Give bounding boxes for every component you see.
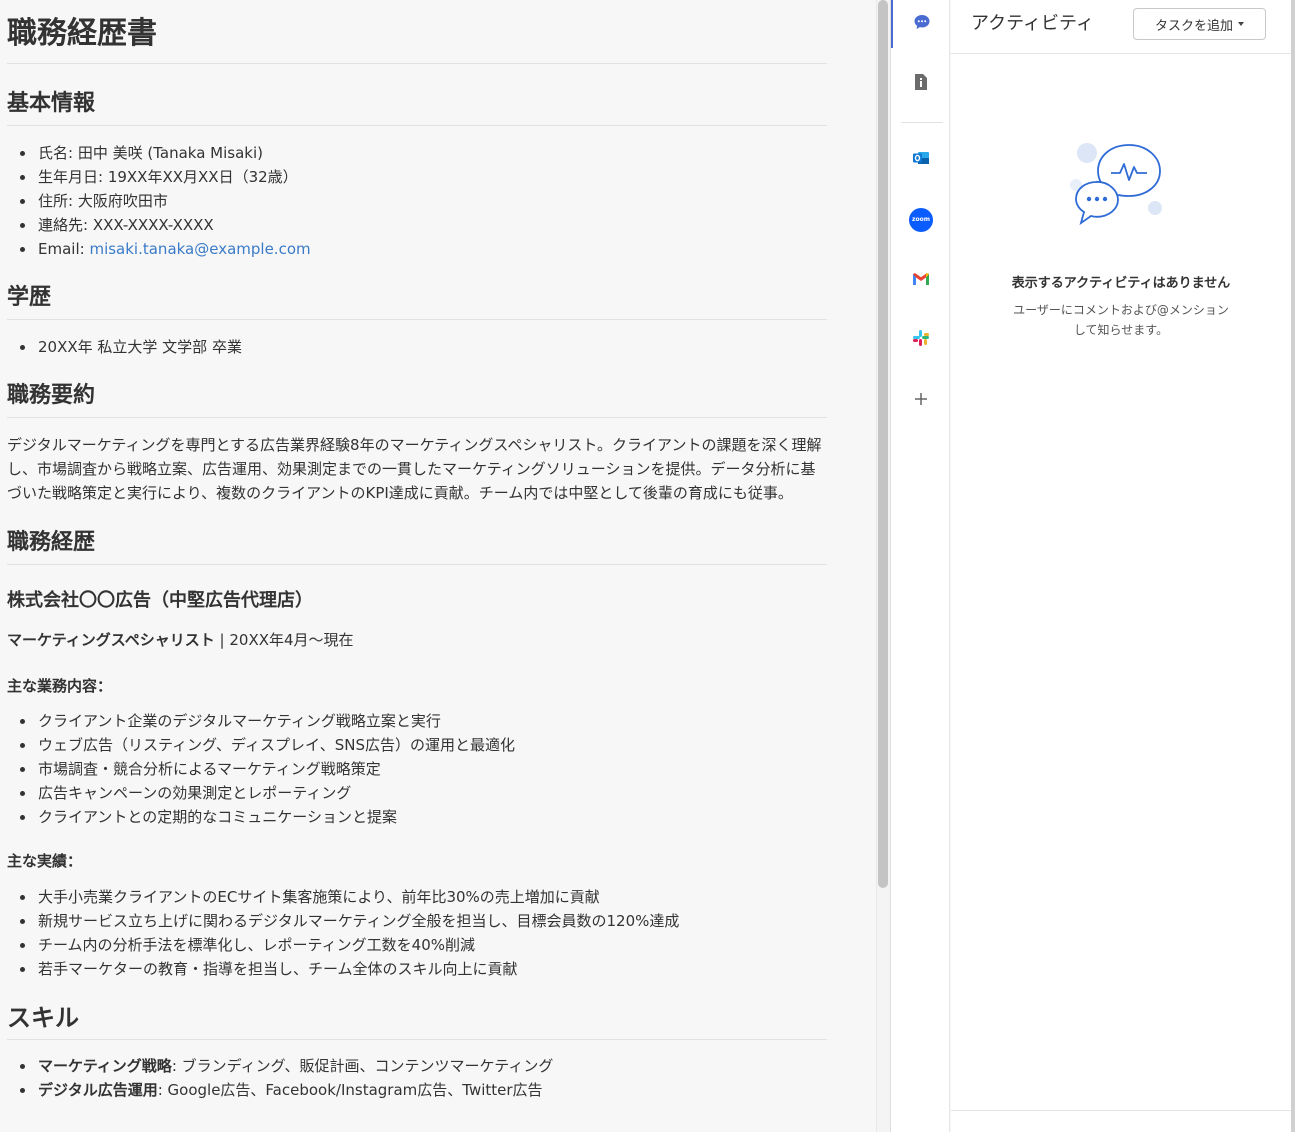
list-item: 新規サービス立ち上げに関わるデジタルマーケティング全般を担当し、目標会員数の12… [7,909,827,933]
gmail-button[interactable] [891,256,951,304]
role-period: | 20XX年4月〜現在 [214,631,354,649]
achievements-list: 大手小売業クライアントのECサイト集客施策により、前年比30%の売上増加に貢献 … [7,885,827,981]
list-item: 広告キャンペーンの効果測定とレポーティング [7,781,827,805]
list-item: 若手マーケターの教育・指導を担当し、チーム全体のスキル向上に貢献 [7,957,827,981]
integration-rail: zoom [890,0,950,1132]
info-doc-icon [913,73,929,95]
summary-text: デジタルマーケティングを専門とする広告業界経験8年のマーケティングスペシャリスト… [7,436,822,502]
scrollbar-thumb[interactable] [878,0,888,888]
empty-state-description: ユーザーにコメントおよび@メンションして知らせます。 [1013,303,1229,337]
role-title: マーケティングスペシャリスト [7,631,215,649]
section-heading-basic: 基本情報 [7,89,827,126]
document-pane: 職務経歴書 基本情報 氏名: 田中 美咲 (Tanaka Misaki) 生年月… [0,0,876,1132]
company-name: 株式会社〇〇広告（中堅広告代理店） [7,590,313,611]
plus-icon [914,391,928,410]
panel-title: アクティビティ [971,13,1094,34]
skill-label: デジタル広告運用 [38,1081,158,1099]
outlook-icon [912,149,930,171]
window-edge [1291,0,1295,1132]
skills-list: マーケティング戦略: ブランディング、販促計画、コンテンツマーケティング デジタ… [7,1054,827,1102]
document-title: 職務経歴書 [7,0,827,64]
list-item: ウェブ広告（リスティング、ディスプレイ、SNS広告）の運用と最適化 [7,733,827,757]
section-heading-summary: 職務要約 [7,381,827,418]
email-label: Email: [38,240,90,258]
skill-label: マーケティング戦略 [38,1057,172,1075]
info-button[interactable] [891,60,951,108]
section-heading-education: 学歴 [7,283,827,320]
list-item: 住所: 大阪府吹田市 [7,189,827,213]
list-item: 大手小売業クライアントのECサイト集客施策により、前年比30%の売上増加に貢献 [7,885,827,909]
panel-header: アクティビティ タスクを追加 [951,0,1291,54]
panel-footer-divider [951,1110,1291,1111]
skill-value: : Google広告、Facebook/Instagram広告、Twitter広… [157,1081,543,1099]
duties-list: クライアント企業のデジタルマーケティング戦略立案と実行 ウェブ広告（リスティング… [7,709,827,829]
add-task-label: タスクを追加 [1154,18,1233,34]
zoom-icon: zoom [909,208,933,232]
caret-down-icon [1238,22,1244,26]
chat-icon [913,13,931,35]
outlook-button[interactable] [891,136,951,184]
zoom-button[interactable]: zoom [891,196,951,244]
skill-value: : ブランディング、販促計画、コンテンツマーケティング [171,1057,554,1075]
list-item: 20XX年 私立大学 文学部 卒業 [7,335,827,359]
document-content: 職務経歴書 基本情報 氏名: 田中 美咲 (Tanaka Misaki) 生年月… [7,0,827,1102]
list-item: 市場調査・競合分析によるマーケティング戦略策定 [7,757,827,781]
list-item-email: Email: misaki.tanaka@example.com [7,237,827,261]
list-item: マーケティング戦略: ブランディング、販促計画、コンテンツマーケティング [7,1054,827,1078]
zoom-text: zoom [912,216,930,223]
basic-info-list: 氏名: 田中 美咲 (Tanaka Misaki) 生年月日: 19XX年XX月… [7,141,827,261]
achievements-heading: 主な実績： [7,852,83,870]
gmail-icon [912,271,930,290]
list-item: 連絡先: XXX-XXXX-XXXX [7,213,827,237]
slack-icon [912,329,930,351]
email-link[interactable]: misaki.tanaka@example.com [89,240,310,258]
duties-heading: 主な業務内容： [7,677,113,695]
empty-activity-illustration [1069,140,1173,234]
add-integration-button[interactable] [891,376,951,424]
section-heading-skills: スキル [7,1003,827,1040]
list-item: チーム内の分析手法を標準化し、レポーティング工数を40%削減 [7,933,827,957]
list-item: 氏名: 田中 美咲 (Tanaka Misaki) [7,141,827,165]
empty-state-title: 表示するアクティビティはありません [1011,276,1231,291]
role-line: マーケティングスペシャリスト | 20XX年4月〜現在 [7,628,827,652]
add-task-button[interactable]: タスクを追加 [1133,8,1266,40]
section-heading-career: 職務経歴 [7,528,827,565]
list-item: クライアント企業のデジタルマーケティング戦略立案と実行 [7,709,827,733]
activity-panel: アクティビティ タスクを追加 表示するアクティビティはありません ユーザーにコメ… [951,0,1291,1132]
activity-chat-button[interactable] [891,0,951,48]
slack-button[interactable] [891,316,951,364]
list-item: 生年月日: 19XX年XX月XX日（32歳） [7,165,827,189]
education-list: 20XX年 私立大学 文学部 卒業 [7,335,827,359]
list-item: デジタル広告運用: Google広告、Facebook/Instagram広告、… [7,1078,827,1102]
rail-divider [901,122,943,123]
list-item: クライアントとの定期的なコミュニケーションと提案 [7,805,827,829]
